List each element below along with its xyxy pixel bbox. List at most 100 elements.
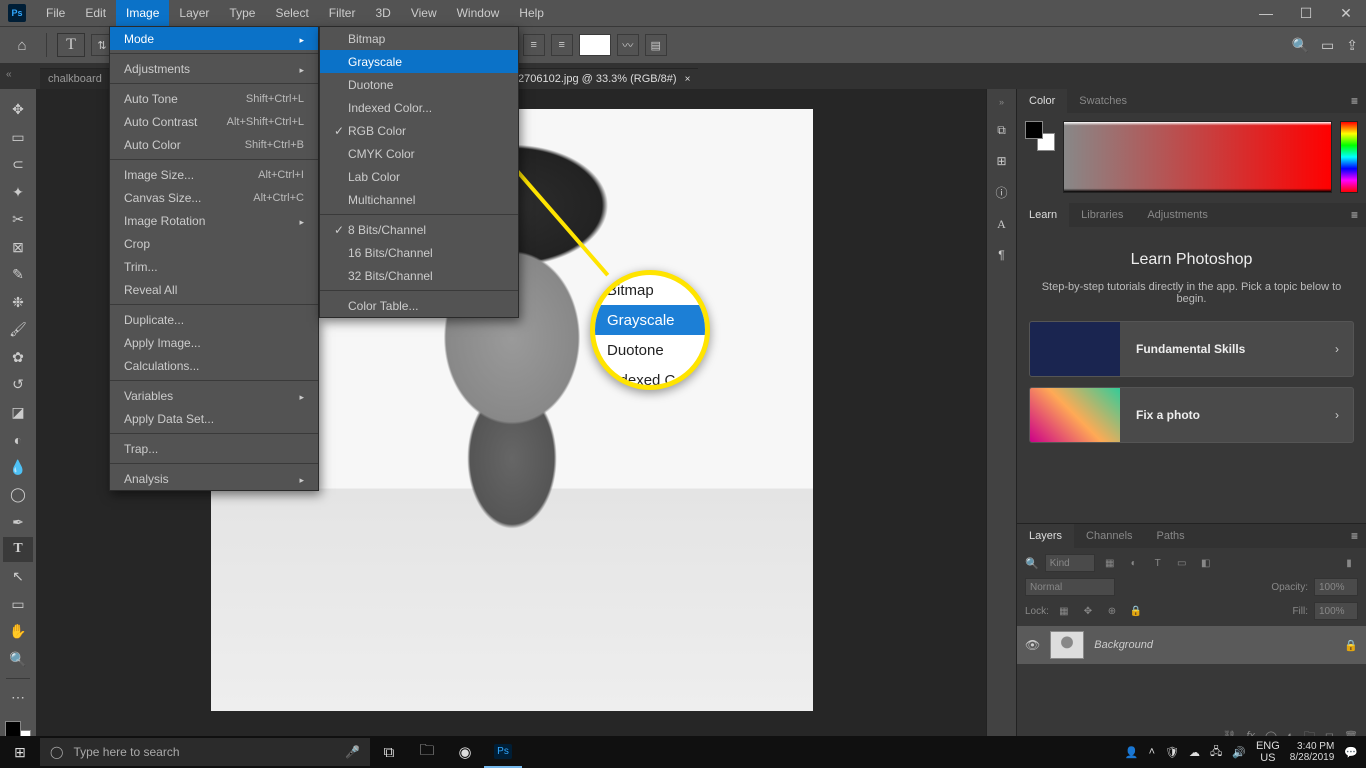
properties-panel-icon[interactable]: ⊞	[996, 154, 1006, 168]
brush-tool[interactable]: 🖌	[3, 317, 33, 342]
menu-adjustments[interactable]: Adjustments	[110, 57, 318, 80]
blur-tool[interactable]: 💧	[3, 454, 33, 479]
menu-filter[interactable]: Filter	[319, 0, 366, 26]
visibility-icon[interactable]: 👁	[1025, 638, 1040, 652]
mode-16bit[interactable]: 16 Bits/Channel	[320, 241, 518, 264]
menu-apply-data-set[interactable]: Apply Data Set...	[110, 407, 318, 430]
mode-cmyk[interactable]: CMYK Color	[320, 142, 518, 165]
eyedropper-tool[interactable]: ✎	[3, 262, 33, 287]
crop-tool[interactable]: ✂	[3, 207, 33, 232]
move-tool[interactable]: ✥	[3, 97, 33, 122]
filter-shape-icon[interactable]: ▭	[1173, 555, 1191, 571]
frame-tool[interactable]: ⊠	[3, 234, 33, 259]
menu-canvas-size[interactable]: Canvas Size...Alt+Ctrl+C	[110, 186, 318, 209]
clone-tool[interactable]: ✿	[3, 344, 33, 369]
mode-color-table[interactable]: Color Table...	[320, 294, 518, 317]
search-icon[interactable]: 🔍	[1292, 37, 1309, 54]
mode-8bit[interactable]: ✓8 Bits/Channel	[320, 218, 518, 241]
hand-tool[interactable]: ✋	[3, 619, 33, 644]
lock-artboard-icon[interactable]: ⊕	[1103, 603, 1121, 619]
menu-auto-color[interactable]: Auto ColorShift+Ctrl+B	[110, 133, 318, 156]
filter-pixel-icon[interactable]: ▦	[1101, 555, 1119, 571]
mode-grayscale[interactable]: Grayscale	[320, 50, 518, 73]
menu-auto-contrast[interactable]: Auto ContrastAlt+Shift+Ctrl+L	[110, 110, 318, 133]
filter-smart-icon[interactable]: ◧	[1197, 555, 1215, 571]
mode-32bit[interactable]: 32 Bits/Channel	[320, 264, 518, 287]
history-panel-icon[interactable]: ⧉	[997, 123, 1006, 138]
collapse-tabs-icon[interactable]: «	[6, 69, 12, 80]
edit-toolbar[interactable]: ⋯	[3, 685, 33, 710]
menu-image[interactable]: Image	[116, 0, 169, 26]
tray-security-icon[interactable]: 🛡	[1165, 746, 1179, 759]
layer-row-background[interactable]: 👁 Background 🔒	[1017, 626, 1366, 664]
menu-mode[interactable]: Mode	[110, 27, 318, 50]
filter-adjust-icon[interactable]: ◐	[1125, 555, 1143, 571]
mode-multichannel[interactable]: Multichannel	[320, 188, 518, 211]
menu-image-rotation[interactable]: Image Rotation	[110, 209, 318, 232]
mode-lab[interactable]: Lab Color	[320, 165, 518, 188]
menu-edit[interactable]: Edit	[75, 0, 116, 26]
libraries-tab[interactable]: Libraries	[1069, 203, 1135, 227]
swatches-tab[interactable]: Swatches	[1067, 89, 1139, 113]
menu-3d[interactable]: 3D	[365, 0, 400, 26]
panel-menu-icon[interactable]: ≡	[1343, 529, 1366, 543]
type-tool[interactable]: T	[3, 537, 33, 562]
home-button[interactable]: ⌂	[8, 33, 36, 57]
fill-input[interactable]	[1314, 602, 1358, 620]
tool-preset[interactable]: T	[57, 33, 85, 57]
align-right-button[interactable]: ≡	[551, 34, 573, 56]
start-button[interactable]: ⊞	[0, 744, 40, 761]
menu-file[interactable]: File	[36, 0, 75, 26]
lasso-tool[interactable]: ⊂	[3, 152, 33, 177]
chrome-icon[interactable]: ◉	[446, 736, 484, 768]
menu-select[interactable]: Select	[265, 0, 318, 26]
path-tool[interactable]: ↖	[3, 564, 33, 589]
menu-calculations[interactable]: Calculations...	[110, 354, 318, 377]
menu-trap[interactable]: Trap...	[110, 437, 318, 460]
learn-tab[interactable]: Learn	[1017, 203, 1069, 227]
notifications-icon[interactable]: 💬	[1344, 746, 1358, 759]
close-tab-icon[interactable]: ×	[685, 74, 691, 85]
lock-position-icon[interactable]: ✥	[1079, 603, 1097, 619]
menu-variables[interactable]: Variables	[110, 384, 318, 407]
panel-menu-icon[interactable]: ≡	[1343, 208, 1366, 222]
hue-slider[interactable]	[1340, 121, 1358, 193]
tray-up-icon[interactable]: ˄	[1149, 746, 1155, 758]
pen-tool[interactable]: ✒	[3, 509, 33, 534]
history-brush-tool[interactable]: ↺	[3, 372, 33, 397]
menu-duplicate[interactable]: Duplicate...	[110, 308, 318, 331]
menu-analysis[interactable]: Analysis	[110, 467, 318, 490]
menu-layer[interactable]: Layer	[169, 0, 219, 26]
opacity-input[interactable]	[1314, 578, 1358, 596]
file-explorer-icon[interactable]: 🗀	[408, 736, 446, 768]
tray-people-icon[interactable]: 👤	[1125, 746, 1139, 759]
learn-card-fundamental[interactable]: Fundamental Skills ›	[1029, 321, 1354, 377]
learn-card-fixphoto[interactable]: Fix a photo ›	[1029, 387, 1354, 443]
mode-rgb[interactable]: ✓RGB Color	[320, 119, 518, 142]
character-panel-icon[interactable]: A	[997, 217, 1006, 232]
lock-all-icon[interactable]: 🔒	[1127, 603, 1145, 619]
warp-text-button[interactable]: 〰	[617, 34, 639, 56]
menu-auto-tone[interactable]: Auto ToneShift+Ctrl+L	[110, 87, 318, 110]
tray-cloud-icon[interactable]: ☁	[1189, 746, 1200, 759]
menu-trim[interactable]: Trim...	[110, 255, 318, 278]
menu-view[interactable]: View	[401, 0, 447, 26]
dodge-tool[interactable]: ◯	[3, 482, 33, 507]
gradient-tool[interactable]: ◐	[3, 427, 33, 452]
menu-image-size[interactable]: Image Size...Alt+Ctrl+I	[110, 163, 318, 186]
color-field[interactable]	[1063, 121, 1332, 193]
share-icon[interactable]: ⇪	[1346, 37, 1358, 54]
info-panel-icon[interactable]: ⓘ	[995, 184, 1007, 201]
tray-network-icon[interactable]: 🖧	[1210, 743, 1222, 762]
mode-indexed[interactable]: Indexed Color...	[320, 96, 518, 119]
paths-tab[interactable]: Paths	[1145, 524, 1197, 548]
close-button[interactable]: ✕	[1326, 5, 1366, 22]
channels-tab[interactable]: Channels	[1074, 524, 1144, 548]
arrange-docs-icon[interactable]: ▭	[1321, 37, 1334, 54]
menu-help[interactable]: Help	[509, 0, 554, 26]
menu-reveal-all[interactable]: Reveal All	[110, 278, 318, 301]
mode-duotone[interactable]: Duotone	[320, 73, 518, 96]
adjustments-tab[interactable]: Adjustments	[1135, 203, 1220, 227]
minimize-button[interactable]: —	[1246, 5, 1286, 22]
taskbar-search[interactable]: ◯ Type here to search 🎤	[40, 738, 370, 766]
